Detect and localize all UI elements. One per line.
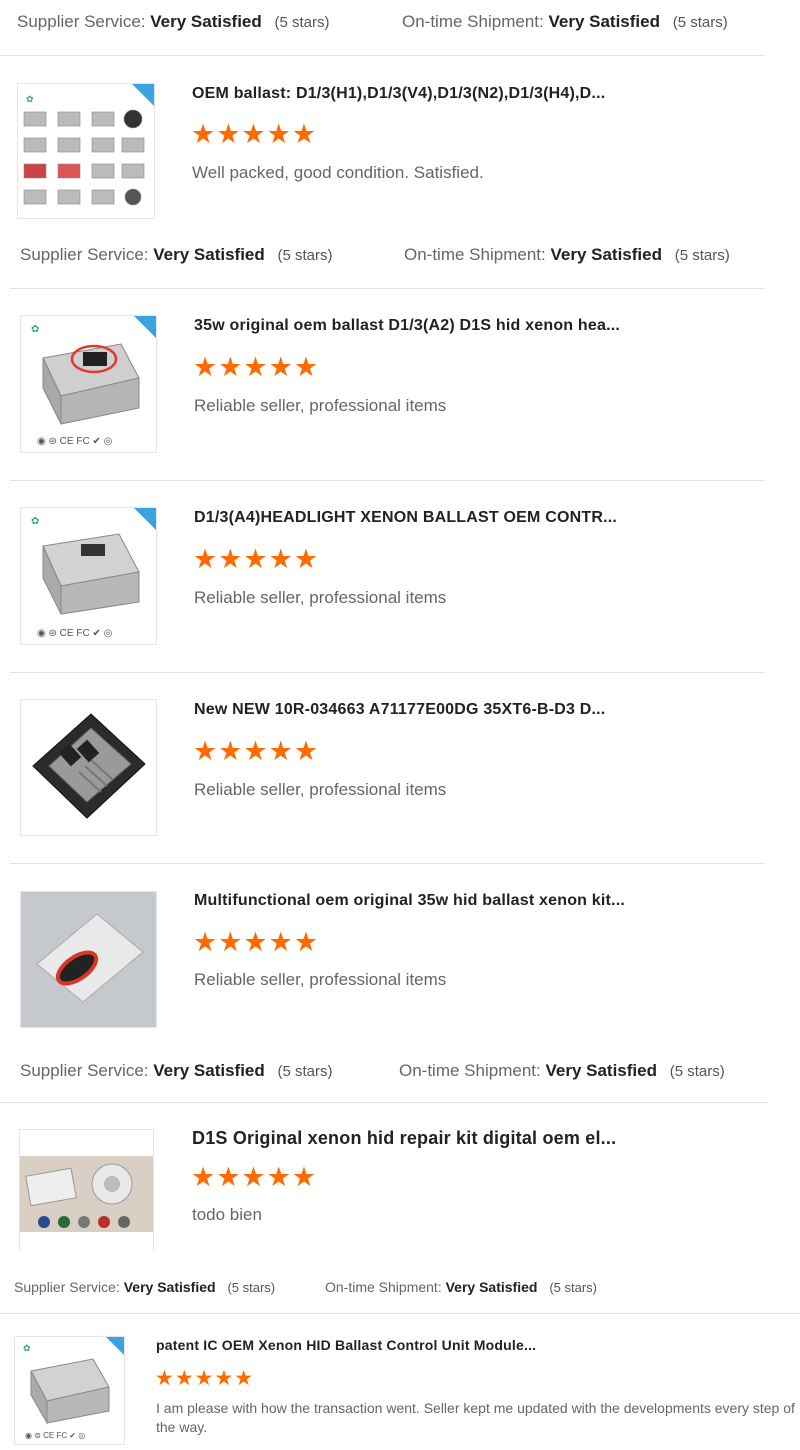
ontime-shipment-stars: (5 stars)	[669, 1063, 725, 1080]
supplier-service-stars: (5 stars)	[227, 1280, 276, 1295]
divider	[0, 1313, 800, 1314]
product-title-link[interactable]: Multifunctional oem original 35w hid bal…	[194, 892, 625, 910]
svg-text:◉ ⊜ CE FC ✔ ◎: ◉ ⊜ CE FC ✔ ◎	[37, 436, 113, 447]
rating-row-shipment: On-time Shipment: Very Satisfied (5 star…	[399, 1061, 725, 1081]
star-rating: ★★★★★	[193, 352, 320, 382]
ontime-shipment-label: On-time Shipment:	[325, 1279, 442, 1295]
star-rating: ★★★★★	[193, 927, 320, 957]
supplier-service-stars: (5 stars)	[277, 1063, 333, 1080]
divider	[0, 1102, 768, 1103]
product-title-link[interactable]: 35w original oem ballast D1/3(A2) D1S hi…	[194, 317, 620, 335]
svg-text:✿: ✿	[26, 94, 34, 104]
black-ballast-icon	[32, 713, 146, 819]
corner-ribbon	[134, 508, 156, 530]
product-title-link[interactable]: D1/3(A4)HEADLIGHT XENON BALLAST OEM CONT…	[194, 509, 617, 527]
review-comment: Reliable seller, professional items	[194, 396, 447, 415]
ontime-shipment-stars: (5 stars)	[549, 1280, 597, 1295]
svg-text:◉ ⊜ CE FC ✔ ◎: ◉ ⊜ CE FC ✔ ◎	[25, 1431, 85, 1440]
ontime-shipment-label: On-time Shipment:	[402, 12, 544, 31]
supplier-service-label: Supplier Service:	[20, 245, 149, 264]
svg-text:◉ ⊜ CE FC ✔ ◎: ◉ ⊜ CE FC ✔ ◎	[37, 628, 113, 639]
ontime-shipment-value: Very Satisfied	[545, 1061, 657, 1080]
corner-ribbon	[132, 84, 154, 106]
svg-text:✿: ✿	[31, 516, 39, 527]
review-comment: todo bien	[192, 1205, 262, 1224]
svg-text:✿: ✿	[31, 324, 39, 335]
review-comment: Reliable seller, professional items	[194, 780, 447, 799]
product-image[interactable]: ✿ ◉ ⊜ CE FC ✔ ◎	[20, 315, 157, 453]
supplier-service-stars: (5 stars)	[277, 247, 333, 264]
divider	[10, 672, 765, 673]
product-title-link[interactable]: patent IC OEM Xenon HID Ballast Control …	[156, 1337, 536, 1353]
divider	[10, 863, 765, 864]
product-title-link[interactable]: D1S Original xenon hid repair kit digita…	[192, 1128, 616, 1149]
grey-ballast-icon	[21, 892, 156, 1027]
ontime-shipment-stars: (5 stars)	[674, 247, 730, 264]
supplier-service-stars: (5 stars)	[274, 14, 330, 31]
rating-row: Supplier Service: Very Satisfied (5 star…	[20, 1061, 333, 1081]
ontime-shipment-stars: (5 stars)	[672, 14, 728, 31]
product-image[interactable]: ✿ ◉ ⊜ CE FC ✔ ◎	[20, 507, 157, 645]
product-image[interactable]	[20, 891, 157, 1028]
rating-row-shipment: On-time Shipment: Very Satisfied (5 star…	[404, 245, 730, 265]
product-title-link[interactable]: New NEW 10R-034663 A71177E00DG 35XT6-B-D…	[194, 701, 605, 719]
rating-row: Supplier Service: Very Satisfied (5 star…	[20, 245, 333, 265]
supplier-service-value: Very Satisfied	[123, 1279, 216, 1295]
divider	[10, 480, 765, 481]
corner-ribbon	[106, 1337, 124, 1355]
ontime-shipment-label: On-time Shipment:	[404, 245, 546, 264]
supplier-service-value: Very Satisfied	[153, 245, 265, 264]
supplier-service-value: Very Satisfied	[150, 12, 262, 31]
ontime-shipment-value: Very Satisfied	[548, 12, 660, 31]
review-comment: Well packed, good condition. Satisfied.	[192, 163, 484, 182]
product-image[interactable]: ✿	[17, 83, 155, 219]
star-rating: ★★★★★	[191, 1162, 318, 1192]
svg-text:✿: ✿	[23, 1343, 31, 1353]
ontime-shipment-value: Very Satisfied	[445, 1279, 538, 1295]
supplier-service-label: Supplier Service:	[17, 12, 146, 31]
corner-ribbon	[134, 316, 156, 338]
rating-row-shipment: On-time Shipment: Very Satisfied (5 star…	[325, 1279, 597, 1295]
rating-row: Supplier Service: Very Satisfied (5 star…	[17, 12, 330, 32]
divider	[10, 288, 765, 289]
supplier-service-label: Supplier Service:	[20, 1061, 149, 1080]
ontime-shipment-label: On-time Shipment:	[399, 1061, 541, 1080]
supplier-service-value: Very Satisfied	[153, 1061, 265, 1080]
product-title-link[interactable]: OEM ballast: D1/3(H1),D1/3(V4),D1/3(N2),…	[192, 85, 605, 103]
star-rating: ★★★★★	[193, 736, 320, 766]
supplier-service-label: Supplier Service:	[14, 1279, 120, 1295]
review-comment: I am please with how the transaction wen…	[156, 1400, 795, 1435]
divider	[0, 55, 765, 56]
product-image[interactable]: ✿ ◉ ⊜ CE FC ✔ ◎	[14, 1336, 125, 1445]
product-image[interactable]	[19, 1129, 154, 1252]
product-image[interactable]	[20, 699, 157, 836]
review-comment: Reliable seller, professional items	[194, 588, 447, 607]
repair-kit-icon	[20, 1156, 153, 1232]
star-rating: ★★★★★	[155, 1367, 255, 1390]
ontime-shipment-value: Very Satisfied	[550, 245, 662, 264]
star-rating: ★★★★★	[193, 544, 320, 574]
rating-row: Supplier Service: Very Satisfied (5 star…	[14, 1279, 275, 1295]
review-comment: Reliable seller, professional items	[194, 970, 447, 989]
rating-row-shipment: On-time Shipment: Very Satisfied (5 star…	[402, 12, 728, 32]
star-rating: ★★★★★	[191, 119, 318, 149]
